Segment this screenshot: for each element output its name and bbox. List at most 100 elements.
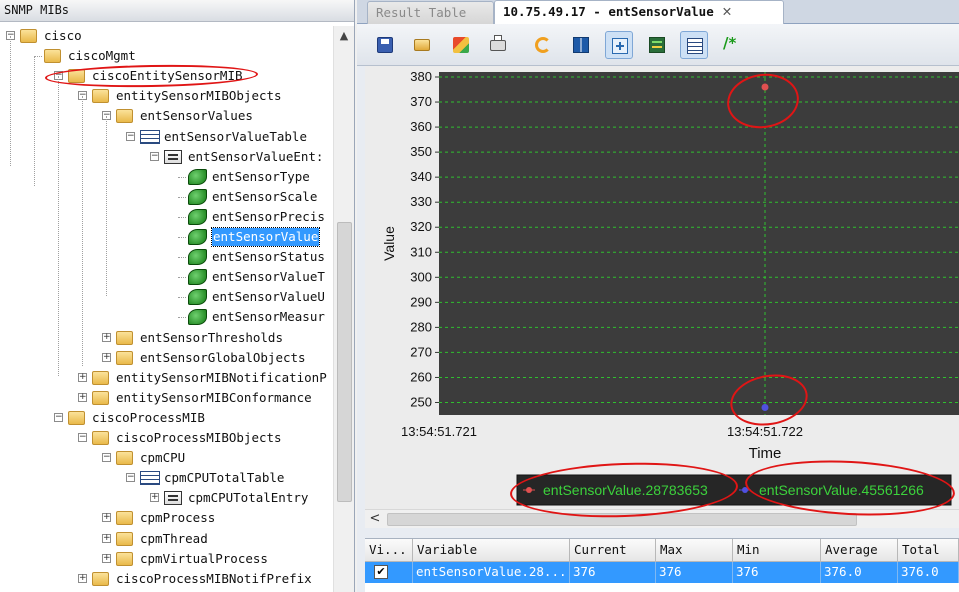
- mib-panel-title: SNMP MIBs: [0, 0, 354, 22]
- y-tick-label: 330: [410, 194, 432, 209]
- table-row-visible-cell[interactable]: ✔: [365, 562, 413, 583]
- tree-node-label: cpmThread: [140, 530, 208, 546]
- table-cell-variable[interactable]: entSensorValue.28...: [413, 562, 570, 583]
- chart-area: 250 260 270 280 290 300 310 320 330 340 350 360 370 3…: [365, 66, 959, 510]
- tree-node[interactable]: − ciscoEntitySensorMIB: [0, 66, 333, 86]
- tree-node[interactable]: − entitySensorMIBObjects: [0, 86, 333, 106]
- col-average[interactable]: Average: [821, 539, 898, 562]
- tree-node[interactable]: − cisco: [0, 26, 333, 46]
- expand-icon[interactable]: +: [102, 352, 111, 362]
- tree-connector: [178, 277, 186, 279]
- expand-icon[interactable]: +: [78, 392, 87, 402]
- tree-node[interactable]: − ciscoProcessMIBObjects: [0, 428, 333, 448]
- tree-node[interactable]: + entSensorThresholds: [0, 328, 333, 348]
- folder-icon: [116, 531, 133, 546]
- tree-node[interactable]: + entitySensorMIBNotificationP: [0, 368, 333, 388]
- table-cell-min[interactable]: 376: [733, 562, 821, 583]
- col-current[interactable]: Current: [570, 539, 656, 562]
- collapse-icon[interactable]: −: [102, 453, 111, 463]
- tree-node[interactable]: − entSensorValueEnt:: [0, 147, 333, 167]
- expand-icon[interactable]: +: [102, 553, 111, 563]
- collapse-icon[interactable]: −: [126, 131, 135, 141]
- graph-panel: Result Table 10.75.49.17 - entSensorValu…: [357, 0, 959, 592]
- tree-node[interactable]: + ciscoProcessMIBNotifPrefix: [0, 569, 333, 589]
- tree-node[interactable]: + cpmVirtualProcess: [0, 549, 333, 569]
- settings-button[interactable]: [447, 31, 475, 59]
- table-view-button[interactable]: [680, 31, 708, 59]
- chart-scroll-thumb[interactable]: [387, 513, 857, 526]
- tree-node[interactable]: entSensorStatus: [0, 247, 333, 267]
- expand-icon[interactable]: +: [78, 573, 87, 583]
- folder-icon: [116, 511, 133, 526]
- mib-tree-panel: SNMP MIBs − cisco ciscoMgmt − ciscoEntitySen…: [0, 0, 355, 592]
- tab-result-table[interactable]: Result Table: [367, 1, 494, 24]
- scroll-left-icon[interactable]: <: [367, 510, 383, 528]
- tree-node[interactable]: − entSensorValueTable: [0, 127, 333, 147]
- tree-scrollbar[interactable]: ▲: [333, 26, 354, 592]
- expand-icon[interactable]: +: [150, 493, 159, 503]
- tree-node[interactable]: entSensorType: [0, 167, 333, 187]
- tree-node[interactable]: + entSensorGlobalObjects: [0, 348, 333, 368]
- expand-icon[interactable]: +: [78, 372, 87, 382]
- col-min[interactable]: Min: [733, 539, 821, 562]
- chart-h-scrollbar[interactable]: <: [365, 509, 959, 528]
- save-button[interactable]: [371, 31, 399, 59]
- close-icon[interactable]: ✕: [722, 4, 732, 19]
- zoom-fit-button[interactable]: [605, 31, 633, 59]
- table-cell-max[interactable]: 376: [656, 562, 733, 583]
- scroll-up-icon[interactable]: ▲: [334, 26, 354, 46]
- tree-node[interactable]: entSensorMeasur: [0, 307, 333, 327]
- tree-node-label: cpmCPUTotalEntry: [188, 490, 309, 506]
- tree-node[interactable]: entSensorValue: [0, 227, 333, 247]
- y-tick-label: 340: [410, 169, 432, 184]
- y-tick-label: 360: [410, 119, 432, 134]
- tree-node[interactable]: entSensorPrecis: [0, 207, 333, 227]
- tab-graph[interactable]: 10.75.49.17 - entSensorValue ✕: [494, 0, 784, 25]
- tree-guide-line: [34, 56, 35, 186]
- folder-icon: [44, 49, 61, 64]
- tree-node[interactable]: + cpmProcess: [0, 508, 333, 528]
- collapse-icon[interactable]: −: [54, 412, 63, 422]
- table-cell-average[interactable]: 376.0: [821, 562, 898, 583]
- tree-scroll-thumb[interactable]: [337, 222, 352, 502]
- col-variable[interactable]: Variable: [413, 539, 570, 562]
- col-max[interactable]: Max: [656, 539, 733, 562]
- comment-icon: /*: [723, 34, 737, 52]
- collapse-icon[interactable]: −: [150, 151, 159, 161]
- plot-background: [439, 72, 959, 415]
- tree-node[interactable]: − ciscoProcessMIB: [0, 408, 333, 428]
- tree-node[interactable]: entSensorValueT: [0, 267, 333, 287]
- tree-node[interactable]: + cpmThread: [0, 529, 333, 549]
- chart-view-button[interactable]: [643, 31, 671, 59]
- print-button[interactable]: [484, 31, 512, 59]
- tree-node[interactable]: entSensorScale: [0, 187, 333, 207]
- tree-node[interactable]: − cpmCPUTotalTable: [0, 468, 333, 488]
- open-button[interactable]: [408, 31, 436, 59]
- collapse-icon[interactable]: −: [126, 473, 135, 483]
- split-view-button[interactable]: [567, 31, 595, 59]
- folder-icon: [92, 390, 109, 405]
- table-cell-current[interactable]: 376: [570, 562, 656, 583]
- tree-node[interactable]: + cpmCPUTotalEntry: [0, 488, 333, 508]
- table-icon: [140, 129, 160, 144]
- col-total[interactable]: Total: [898, 539, 959, 562]
- col-visible[interactable]: Vi...: [365, 539, 413, 562]
- tree-connector: [178, 317, 186, 319]
- tree-node[interactable]: − cpmCPU: [0, 448, 333, 468]
- expand-icon[interactable]: +: [102, 332, 111, 342]
- expand-icon[interactable]: +: [102, 533, 111, 543]
- y-tick-label: 380: [410, 69, 432, 84]
- folder-icon: [116, 451, 133, 466]
- x-tick-label: 13:54:51.721: [401, 424, 477, 439]
- tree-node[interactable]: entSensorValueU: [0, 287, 333, 307]
- folder-icon: [92, 431, 109, 445]
- table-cell-total[interactable]: 376.0: [898, 562, 959, 583]
- visible-checkbox[interactable]: ✔: [374, 565, 388, 579]
- comment-button[interactable]: /*: [719, 31, 747, 59]
- refresh-button[interactable]: [529, 31, 557, 59]
- tree-node[interactable]: + entitySensorMIBConformance: [0, 388, 333, 408]
- collapse-icon[interactable]: −: [78, 433, 87, 442]
- tree-node[interactable]: − entSensorValues: [0, 106, 333, 126]
- expand-icon[interactable]: +: [102, 513, 111, 523]
- tree-node[interactable]: ciscoMgmt: [0, 46, 333, 66]
